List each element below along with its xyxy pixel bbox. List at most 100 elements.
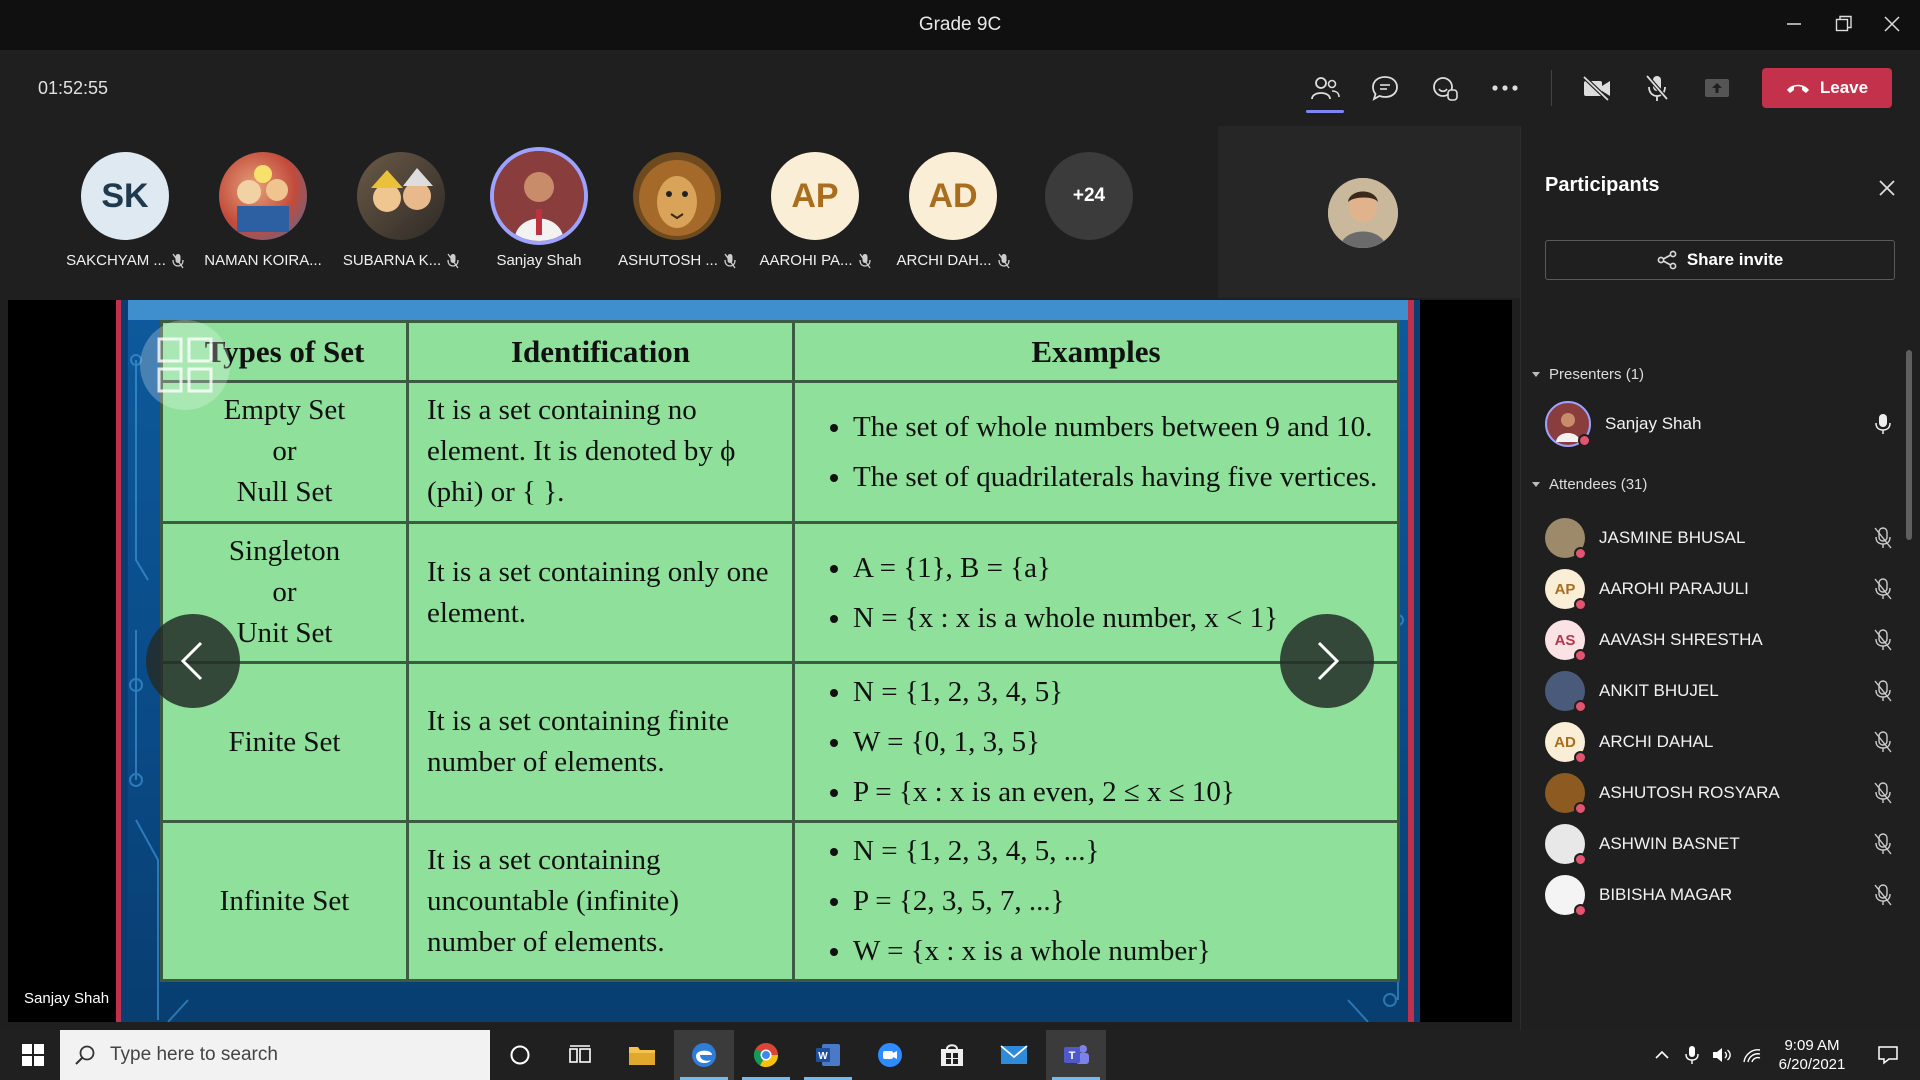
taskbar-chrome[interactable] [736, 1030, 796, 1080]
taskbar-store[interactable] [922, 1030, 982, 1080]
taskbar-word[interactable]: W [798, 1030, 858, 1080]
share-tray-button[interactable] [1694, 68, 1740, 108]
attendees-section-header[interactable]: Attendees (31) [1531, 476, 1647, 493]
show-hidden-icons-button[interactable] [1648, 1030, 1676, 1080]
identification-cell: It is a set containing uncountable (infi… [406, 820, 795, 982]
mic-off-icon [1874, 680, 1892, 702]
participant-row[interactable]: AS AAVASH SHRESTHA [1545, 614, 1895, 666]
participant-name: NAMAN KOIRA... [204, 252, 322, 269]
set-type-cell: Infinite Set [160, 820, 409, 982]
start-button[interactable] [8, 1030, 58, 1080]
notification-icon [1878, 1046, 1898, 1065]
participant-row[interactable]: AD ARCHI DAHAL [1545, 716, 1895, 768]
participant-tile[interactable]: NAMAN KOIRA... [200, 152, 326, 269]
chat-icon [1372, 76, 1398, 101]
participant-name: AAVASH SHRESTHA [1599, 630, 1763, 649]
example-item: The set of quadrilaterals having five ve… [853, 452, 1397, 502]
close-panel-button[interactable] [1873, 174, 1901, 202]
chat-button[interactable] [1362, 68, 1408, 108]
participant-row[interactable]: Sanjay Shah [1545, 398, 1895, 450]
taskbar-search-box[interactable]: Type here to search [60, 1030, 490, 1080]
taskbar-clock[interactable]: 9:09 AM 6/20/2021 [1762, 1036, 1862, 1074]
close-window-button[interactable] [1872, 8, 1912, 40]
participant-name: SAKCHYAM ... [66, 252, 166, 269]
cortana-icon [510, 1045, 530, 1065]
restore-button[interactable] [1824, 8, 1864, 40]
example-item: N = {1, 2, 3, 4, 5, ...} [853, 826, 1397, 876]
reactions-button[interactable] [1422, 68, 1468, 108]
mic-off-icon [1874, 578, 1892, 600]
participant-row[interactable]: ASHUTOSH ROSYARA [1545, 767, 1895, 819]
avatar-initials: AS [1554, 631, 1576, 649]
slide-grid-view-button[interactable] [140, 320, 230, 410]
tray-microphone[interactable] [1678, 1030, 1706, 1080]
overflow-tile[interactable]: +24 [1026, 152, 1152, 240]
set-type-line: Infinite Set [219, 884, 350, 917]
previous-slide-button[interactable] [146, 614, 240, 708]
taskbar-file-explorer[interactable] [612, 1030, 672, 1080]
notification-center-button[interactable] [1862, 1030, 1914, 1080]
participant-tile[interactable]: SK SAKCHYAM ... [62, 152, 188, 269]
example-item: A = {1}, B = {a} [853, 543, 1397, 593]
next-slide-button[interactable] [1280, 614, 1374, 708]
leave-button[interactable]: Leave [1762, 68, 1892, 108]
people-button[interactable] [1302, 68, 1348, 108]
types-of-set-table: Types of Set Identification Examples Emp… [160, 320, 1400, 982]
participant-name: ANKIT BHUJEL [1599, 681, 1719, 700]
edge-icon [692, 1043, 716, 1067]
participant-tile[interactable]: SUBARNA K... [338, 152, 464, 269]
reactions-icon [1433, 77, 1458, 101]
avatar [1545, 773, 1587, 815]
avatar-initials: AP [1554, 580, 1576, 598]
camera-off-icon [1582, 75, 1610, 101]
mic-off-icon [858, 253, 871, 268]
tray-volume[interactable] [1708, 1030, 1736, 1080]
table-header-row: Types of Set Identification Examples [160, 320, 1400, 383]
presence-dot [1574, 904, 1587, 917]
participant-row[interactable]: AP AAROHI PARAJULI [1545, 563, 1895, 615]
volume-icon [1713, 1048, 1731, 1062]
participant-row[interactable]: BIBISHA MAGAR [1545, 869, 1895, 921]
avatar [1545, 671, 1587, 713]
cortana-button[interactable] [490, 1030, 550, 1080]
mic-toggle-button[interactable] [1634, 68, 1680, 108]
participant-name: ARCHI DAH... [896, 252, 992, 269]
task-view-button[interactable] [550, 1030, 610, 1080]
table-row: Empty Set or Null Set It is a set contai… [160, 380, 1400, 524]
participant-tile[interactable]: Sanjay Shah [476, 147, 602, 269]
participant-row[interactable]: ANKIT BHUJEL [1545, 665, 1895, 717]
taskbar-edge[interactable] [674, 1030, 734, 1080]
identification-line: It is a set containing only one [427, 555, 769, 588]
clock-time: 9:09 AM [1784, 1037, 1840, 1054]
presence-dot [1574, 853, 1587, 866]
avatar-photo [371, 168, 433, 212]
svg-text:W: W [818, 1051, 828, 1062]
chevron-right-icon [1317, 641, 1340, 681]
identification-line: (phi) or { }. [427, 476, 565, 509]
share-invite-button[interactable]: Share invite [1545, 240, 1895, 280]
presence-dot [1574, 547, 1587, 560]
participant-name: AAROHI PARAJULI [1599, 579, 1749, 598]
example-item: W = {x : x is a whole number} [853, 926, 1397, 976]
restore-icon [1835, 15, 1852, 32]
taskbar-teams[interactable]: T [1046, 1030, 1106, 1080]
participant-tile[interactable]: AP AAROHI PA... [752, 152, 878, 269]
presenters-section-header[interactable]: Presenters (1) [1531, 366, 1644, 383]
participant-row[interactable]: ASHWIN BASNET [1545, 818, 1895, 870]
taskbar-zoom[interactable] [860, 1030, 920, 1080]
more-actions-button[interactable] [1482, 68, 1528, 108]
participant-row[interactable]: JASMINE BHUSAL [1545, 512, 1895, 564]
camera-toggle-button[interactable] [1574, 68, 1620, 108]
participant-name: Sanjay Shah [496, 252, 582, 269]
title-bar: Grade 9C [0, 0, 1920, 50]
microphone-icon [1685, 1046, 1699, 1064]
toolbar-divider [1551, 70, 1552, 106]
participant-tile[interactable]: ASHUTOSH ... [614, 152, 740, 269]
avatar: AD [1545, 722, 1587, 764]
self-video-tile [1218, 126, 1520, 298]
panel-scrollbar[interactable] [1906, 350, 1912, 540]
minimize-button[interactable] [1774, 8, 1814, 40]
participant-tile[interactable]: AD ARCHI DAH... [890, 152, 1016, 269]
avatar [1545, 875, 1587, 917]
taskbar-mail[interactable] [984, 1030, 1044, 1080]
